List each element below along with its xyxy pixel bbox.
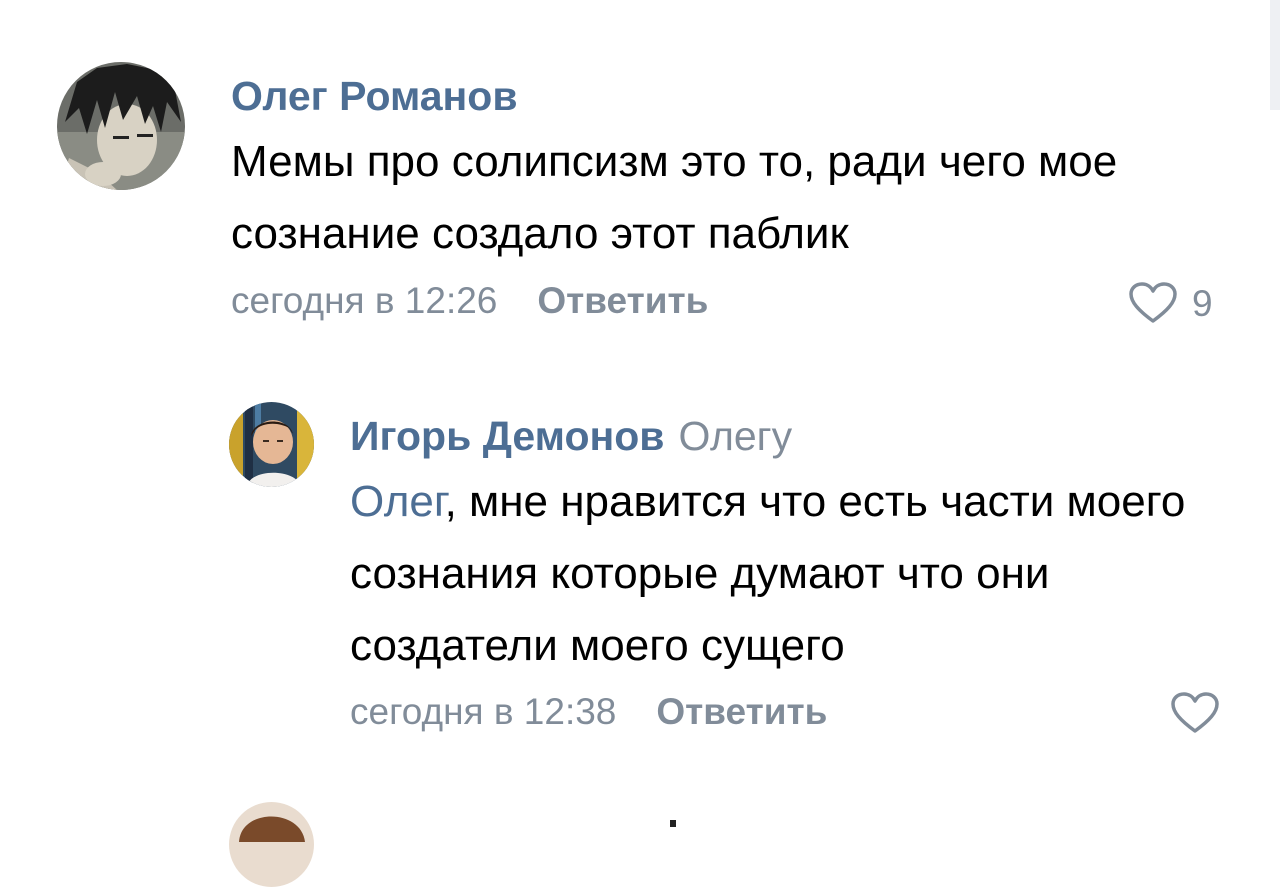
- reply-comment: Игорь Демонов Олегу Олег, мне нравится чт…: [0, 360, 1280, 760]
- heart-icon: [1171, 692, 1219, 733]
- reply-button[interactable]: Ответить: [656, 691, 827, 732]
- author-name[interactable]: Игорь Демонов Олегу: [350, 416, 792, 457]
- comment-body: , мне нравится что есть части моего созн…: [350, 477, 1186, 670]
- avatar[interactable]: [229, 802, 314, 887]
- avatar[interactable]: [229, 402, 314, 487]
- photo-avatar-icon: [229, 402, 314, 487]
- comment-body: Мемы про солипсизм это то, ради чего мое…: [231, 137, 1118, 258]
- like-button[interactable]: [1170, 692, 1220, 734]
- mention-link[interactable]: Олег: [350, 477, 445, 526]
- anime-avatar-icon: [57, 62, 185, 190]
- reply-button[interactable]: Ответить: [537, 280, 708, 321]
- partial-text-mark: [670, 820, 676, 827]
- comment-time: сегодня в 12:38: [350, 691, 617, 732]
- comment: Олег Романов Мемы про солипсизм это то, …: [0, 0, 1280, 360]
- author-name-text: Игорь Демонов: [350, 413, 665, 459]
- reply-to-label[interactable]: Олегу: [679, 413, 793, 459]
- comment-text: Олег, мне нравится что есть части моего …: [350, 466, 1230, 682]
- comment-meta: сегодня в 12:26 Ответить: [231, 282, 708, 319]
- comment-meta: сегодня в 12:38 Ответить: [350, 693, 827, 730]
- heart-icon: [1129, 282, 1177, 323]
- comment-text: Мемы про солипсизм это то, ради чего мое…: [231, 126, 1231, 270]
- author-name[interactable]: Олег Романов: [231, 76, 518, 117]
- like-count: 9: [1192, 282, 1213, 324]
- avatar[interactable]: [57, 62, 185, 190]
- partial-avatar-icon: [229, 802, 314, 887]
- like-button[interactable]: 9: [1128, 282, 1213, 324]
- comment-time: сегодня в 12:26: [231, 280, 498, 321]
